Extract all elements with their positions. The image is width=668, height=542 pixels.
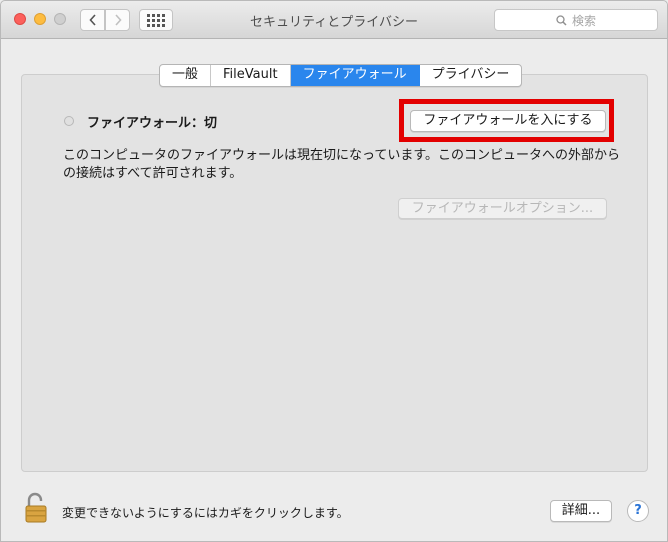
advanced-button[interactable]: 詳細... [550, 500, 612, 522]
firewall-description: このコンピュータのファイアウォールは現在切になっています。このコンピュータへの外… [63, 148, 621, 181]
lock-instruction-text: 変更できないようにするにはカギをクリックします。 [62, 506, 349, 520]
unlocked-padlock-icon[interactable] [24, 492, 48, 524]
tab-firewall[interactable]: ファイアウォール [290, 65, 420, 86]
title-bar: セキュリティとプライバシー 検索 [1, 1, 667, 39]
tab-privacy[interactable]: プライバシー [420, 65, 522, 86]
search-field[interactable]: 検索 [494, 9, 658, 31]
firewall-status-label: ファイアウォール：切 [87, 116, 218, 131]
search-placeholder: 検索 [571, 13, 596, 28]
tab-general[interactable]: 一般 [160, 65, 212, 86]
firewall-status-indicator [64, 116, 74, 126]
tab-filevault[interactable]: FileVault [211, 65, 291, 86]
help-button[interactable]: ? [627, 500, 649, 522]
preferences-window: セキュリティとプライバシー 検索 一般 FileVault ファイアウォール プ… [0, 0, 668, 542]
turn-on-firewall-button[interactable]: ファイアウォールを入にする [410, 110, 606, 132]
search-icon [556, 14, 567, 26]
tab-bar: 一般 FileVault ファイアウォール プライバシー [159, 64, 523, 87]
firewall-options-button[interactable]: ファイアウォールオプション... [398, 198, 607, 219]
